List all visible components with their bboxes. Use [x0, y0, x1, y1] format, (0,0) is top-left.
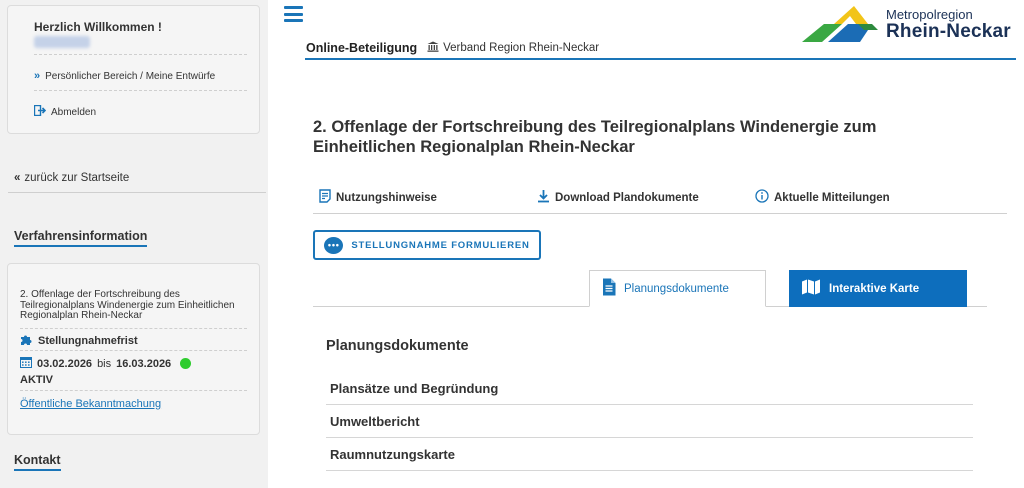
- back-link-label: zurück zur Startseite: [24, 172, 130, 184]
- calendar-icon: [20, 356, 32, 371]
- documents-heading: Planungsdokumente: [326, 338, 469, 354]
- deadline-label: Stellungnahmefrist: [38, 335, 138, 347]
- logout-icon: [33, 104, 47, 119]
- status-row: AKTIV: [20, 374, 53, 386]
- breadcrumb: Online-Beteiligung Verband Region Rhein-…: [306, 41, 599, 55]
- logout-label: Abmelden: [51, 106, 97, 118]
- status-indicator: [180, 358, 192, 369]
- menu-icon[interactable]: [284, 6, 303, 22]
- document-row[interactable]: Raumnutzungskarte: [326, 438, 973, 471]
- speech-bubble-icon: •••: [324, 236, 344, 254]
- divider: [20, 390, 247, 391]
- divider: [8, 192, 266, 193]
- divider: [34, 90, 247, 91]
- tab-interaktive-karte-label: Interaktive Karte: [829, 282, 920, 295]
- page-title: 2. Offenlage der Fortschreibung des Teil…: [313, 118, 877, 156]
- news-link[interactable]: Aktuelle Mitteilungen: [755, 189, 890, 206]
- divider: [20, 350, 247, 351]
- info-nav: Nutzungshinweise Download Plandokumente …: [313, 186, 1007, 214]
- map-icon: [801, 279, 821, 298]
- header-divider: [305, 58, 1016, 60]
- tab-planungsdokumente-label: Planungsdokumente: [624, 282, 729, 295]
- download-documents-link[interactable]: Download Plandokumente: [537, 189, 699, 206]
- info-circle-icon: [755, 189, 769, 206]
- logo-mark-icon: [802, 6, 878, 42]
- usage-notes-link[interactable]: Nutzungshinweise: [319, 189, 437, 206]
- welcome-card: Herzlich Willkommen ! » Persönlicher Ber…: [7, 5, 260, 134]
- document-row[interactable]: Umweltbericht: [326, 405, 973, 438]
- public-notice-link[interactable]: Öffentliche Bekanntmachung: [20, 398, 161, 410]
- file-text-icon: [602, 278, 616, 299]
- write-statement-label: STELLUNGNAHME FORMULIEREN: [351, 239, 530, 251]
- usage-notes-label: Nutzungshinweise: [336, 191, 437, 204]
- welcome-title: Herzlich Willkommen !: [34, 20, 162, 34]
- tab-interaktive-karte[interactable]: Interaktive Karte: [789, 270, 967, 307]
- download-icon: [537, 189, 550, 206]
- puzzle-icon: [20, 333, 33, 349]
- deadline-dates-row: 03.02.2026 bis 16.03.2026: [20, 356, 192, 371]
- deadline-label-row: Stellungnahmefrist: [20, 333, 138, 349]
- personal-area-link[interactable]: » Persönlicher Bereich / Meine Entwürfe: [34, 70, 215, 82]
- double-chevron-right-icon: »: [34, 70, 41, 82]
- document-row[interactable]: Plansätze und Begründung: [326, 372, 973, 405]
- procedure-description: 2. Offenlage der Fortschreibung des Teil…: [20, 289, 235, 321]
- back-to-start-link[interactable]: « zurück zur Startseite: [14, 172, 129, 184]
- write-statement-button[interactable]: ••• STELLUNGNAHME FORMULIEREN: [313, 230, 541, 260]
- procedure-info-card: 2. Offenlage der Fortschreibung des Teil…: [7, 263, 260, 435]
- building-icon: [427, 41, 439, 55]
- date-to: 16.03.2026: [116, 357, 172, 370]
- double-chevron-left-icon: «: [14, 172, 21, 184]
- divider: [34, 54, 247, 55]
- breadcrumb-org[interactable]: Verband Region Rhein-Neckar: [427, 41, 599, 55]
- contact-section-title[interactable]: Kontakt: [14, 453, 61, 471]
- divider: [20, 328, 247, 329]
- personal-area-label: Persönlicher Bereich / Meine Entwürfe: [45, 70, 216, 82]
- download-documents-label: Download Plandokumente: [555, 191, 699, 204]
- breadcrumb-home[interactable]: Online-Beteiligung: [306, 41, 417, 55]
- status-badge: AKTIV: [20, 374, 53, 386]
- date-separator: bis: [97, 357, 112, 370]
- sidebar: Herzlich Willkommen ! » Persönlicher Ber…: [0, 0, 268, 488]
- document-icon: [319, 189, 331, 206]
- verfahren-section-title[interactable]: Verfahrensinformation: [14, 229, 148, 247]
- logo-line2: Rhein-Neckar: [886, 21, 1011, 42]
- logo-line1: Metropolregion: [886, 7, 973, 22]
- tab-planungsdokumente[interactable]: Planungsdokumente: [589, 270, 766, 307]
- metropolregion-logo[interactable]: Metropolregion Rhein-Neckar: [802, 4, 1017, 44]
- breadcrumb-org-label: Verband Region Rhein-Neckar: [443, 42, 600, 54]
- user-name-blurred: [34, 36, 90, 48]
- date-from: 03.02.2026: [37, 357, 93, 370]
- news-label: Aktuelle Mitteilungen: [774, 191, 890, 204]
- logout-link[interactable]: Abmelden: [33, 104, 97, 119]
